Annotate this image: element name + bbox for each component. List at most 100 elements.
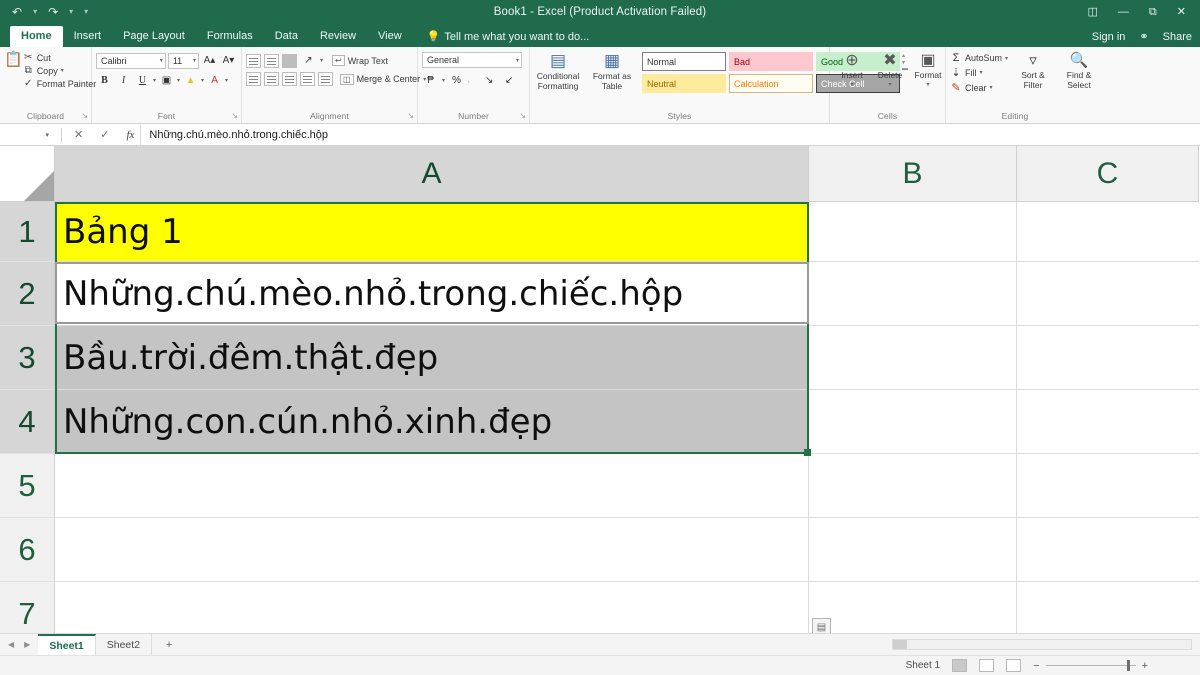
cell-c2[interactable]	[1017, 262, 1199, 326]
sheet-tab-sheet1[interactable]: Sheet1	[38, 634, 96, 655]
conditional-formatting-button[interactable]: ▤ Conditional Formatting	[534, 51, 582, 91]
next-sheet-icon[interactable]: ▶	[24, 640, 30, 649]
minimize-icon[interactable]: —	[1118, 6, 1129, 18]
fill-color-dropdown-icon[interactable]: ▾	[201, 77, 204, 84]
clipboard-dialog-launcher-icon[interactable]: ↘	[81, 109, 88, 122]
percent-style-icon[interactable]: %	[448, 72, 465, 89]
normal-view-icon[interactable]	[952, 659, 968, 672]
accounting-dropdown-icon[interactable]: ▾	[442, 77, 445, 84]
page-break-preview-icon[interactable]	[1006, 659, 1022, 672]
cell-c7[interactable]	[1017, 582, 1199, 633]
align-middle-icon[interactable]	[264, 53, 279, 68]
select-all-corner[interactable]	[0, 146, 55, 202]
cell-c1[interactable]	[1017, 202, 1199, 262]
tell-me-search[interactable]: 💡 Tell me what you want to do...	[413, 30, 590, 47]
cell-style-calculation[interactable]: Calculation	[729, 74, 813, 93]
cancel-icon[interactable]: ✕	[74, 128, 83, 141]
decrease-indent-icon[interactable]	[300, 72, 315, 86]
cell-c5[interactable]	[1017, 454, 1199, 518]
fill-button[interactable]: ⇣ Fill ▾	[950, 66, 1008, 79]
page-layout-view-icon[interactable]	[979, 659, 995, 672]
find-select-button[interactable]: 🔍 Find & Select	[1058, 52, 1100, 94]
paste-button[interactable]: 📋	[4, 50, 23, 68]
borders-dropdown-icon[interactable]: ▾	[177, 77, 180, 84]
sort-filter-button[interactable]: ▿ Sort & Filter	[1012, 52, 1054, 94]
alignment-dialog-launcher-icon[interactable]: ↘	[407, 109, 414, 122]
number-format-select[interactable]: General ▾	[422, 52, 522, 68]
scrollbar-track[interactable]	[892, 639, 1192, 650]
cell-style-neutral[interactable]: Neutral	[642, 74, 726, 93]
share-icon[interactable]: ⚭	[1139, 30, 1148, 43]
cell-a7[interactable]	[55, 582, 809, 633]
clear-button[interactable]: ✎ Clear ▾	[950, 81, 1008, 94]
bold-button[interactable]: B	[96, 72, 113, 89]
sheet-tab-sheet2[interactable]: Sheet2	[96, 634, 153, 655]
font-dialog-launcher-icon[interactable]: ↘	[231, 109, 238, 122]
cell-b3[interactable]	[809, 326, 1017, 390]
align-center-icon[interactable]	[264, 72, 279, 86]
tab-page-layout[interactable]: Page Layout	[112, 26, 196, 47]
underline-button[interactable]: U	[134, 72, 151, 89]
close-icon[interactable]: ✕	[1177, 6, 1186, 18]
accounting-format-icon[interactable]: ₱	[422, 72, 439, 89]
merge-center-button[interactable]: ◫ Merge & Center ▾	[340, 73, 426, 85]
autosum-button[interactable]: Σ AutoSum ▾	[950, 52, 1008, 64]
row-header-5[interactable]: 5	[0, 454, 55, 518]
row-header-7[interactable]: 7	[0, 582, 55, 633]
increase-indent-icon[interactable]	[318, 72, 333, 86]
tab-data[interactable]: Data	[264, 26, 309, 47]
insert-cells-button[interactable]: ⊕ Insert ▾	[834, 51, 870, 90]
insert-function-icon[interactable]: fx	[126, 129, 134, 141]
tab-review[interactable]: Review	[309, 26, 367, 47]
italic-button[interactable]: I	[115, 72, 132, 89]
row-header-4[interactable]: 4	[0, 390, 55, 454]
tab-home[interactable]: Home	[10, 26, 63, 47]
increase-decimal-icon[interactable]: ↘	[481, 72, 498, 89]
fill-color-icon[interactable]: ▲	[182, 72, 199, 89]
decrease-decimal-icon[interactable]: ↙	[501, 72, 518, 89]
cell-a3[interactable]: Bầu.trời.đêm.thật.đẹp	[55, 326, 809, 390]
enter-icon[interactable]: ✓	[100, 128, 109, 141]
scrollbar-thumb[interactable]	[893, 640, 907, 649]
align-top-icon[interactable]	[246, 53, 261, 68]
cell-a5[interactable]	[55, 454, 809, 518]
cell-style-bad[interactable]: Bad	[729, 52, 813, 71]
restore-icon[interactable]: ⧉	[1149, 6, 1157, 18]
wrap-text-button[interactable]: ↩ Wrap Text	[332, 55, 388, 66]
cell-a1[interactable]: Bảng 1	[55, 202, 809, 262]
cut-button[interactable]: ✂ Cut	[23, 52, 97, 63]
cell-b2[interactable]	[809, 262, 1017, 326]
underline-dropdown-icon[interactable]: ▾	[153, 77, 156, 84]
ribbon-display-options-icon[interactable]: ◫	[1088, 6, 1098, 18]
font-color-dropdown-icon[interactable]: ▾	[225, 77, 228, 84]
cell-c4[interactable]	[1017, 390, 1199, 454]
name-box[interactable]: ▾	[0, 125, 55, 145]
cell-style-normal[interactable]: Normal	[642, 52, 726, 71]
cell-b1[interactable]	[809, 202, 1017, 262]
format-painter-button[interactable]: ✓ Format Painter	[23, 78, 96, 89]
delete-cells-button[interactable]: ✖ Delete ▾	[872, 51, 908, 90]
column-header-a[interactable]: A	[55, 146, 809, 202]
tab-insert[interactable]: Insert	[63, 26, 113, 47]
column-header-b[interactable]: B	[809, 146, 1017, 202]
font-name-input[interactable]: Calibri ▾	[96, 52, 166, 69]
previous-sheet-icon[interactable]: ◀	[8, 640, 14, 649]
copy-button[interactable]: ⧉ Copy ▾	[23, 65, 97, 76]
cell-a6[interactable]	[55, 518, 809, 582]
share-link[interactable]: Share	[1163, 31, 1192, 43]
cell-b7[interactable]	[809, 582, 1017, 633]
sign-in-link[interactable]: Sign in	[1092, 31, 1126, 43]
quick-analysis-icon[interactable]: ▤	[812, 618, 831, 633]
zoom-out-button[interactable]: −	[1033, 660, 1039, 672]
zoom-slider-knob[interactable]	[1126, 660, 1130, 671]
cell-a4[interactable]: Những.con.cún.nhỏ.xinh.đẹp	[55, 390, 809, 454]
orientation-icon[interactable]: ↗	[300, 52, 317, 69]
cell-b5[interactable]	[809, 454, 1017, 518]
cell-c6[interactable]	[1017, 518, 1199, 582]
number-dialog-launcher-icon[interactable]: ↘	[519, 109, 526, 122]
column-header-c[interactable]: C	[1017, 146, 1199, 202]
font-color-icon[interactable]: A	[206, 72, 223, 89]
add-sheet-button[interactable]: +	[152, 634, 186, 655]
cell-b6[interactable]	[809, 518, 1017, 582]
row-header-1[interactable]: 1	[0, 202, 55, 262]
